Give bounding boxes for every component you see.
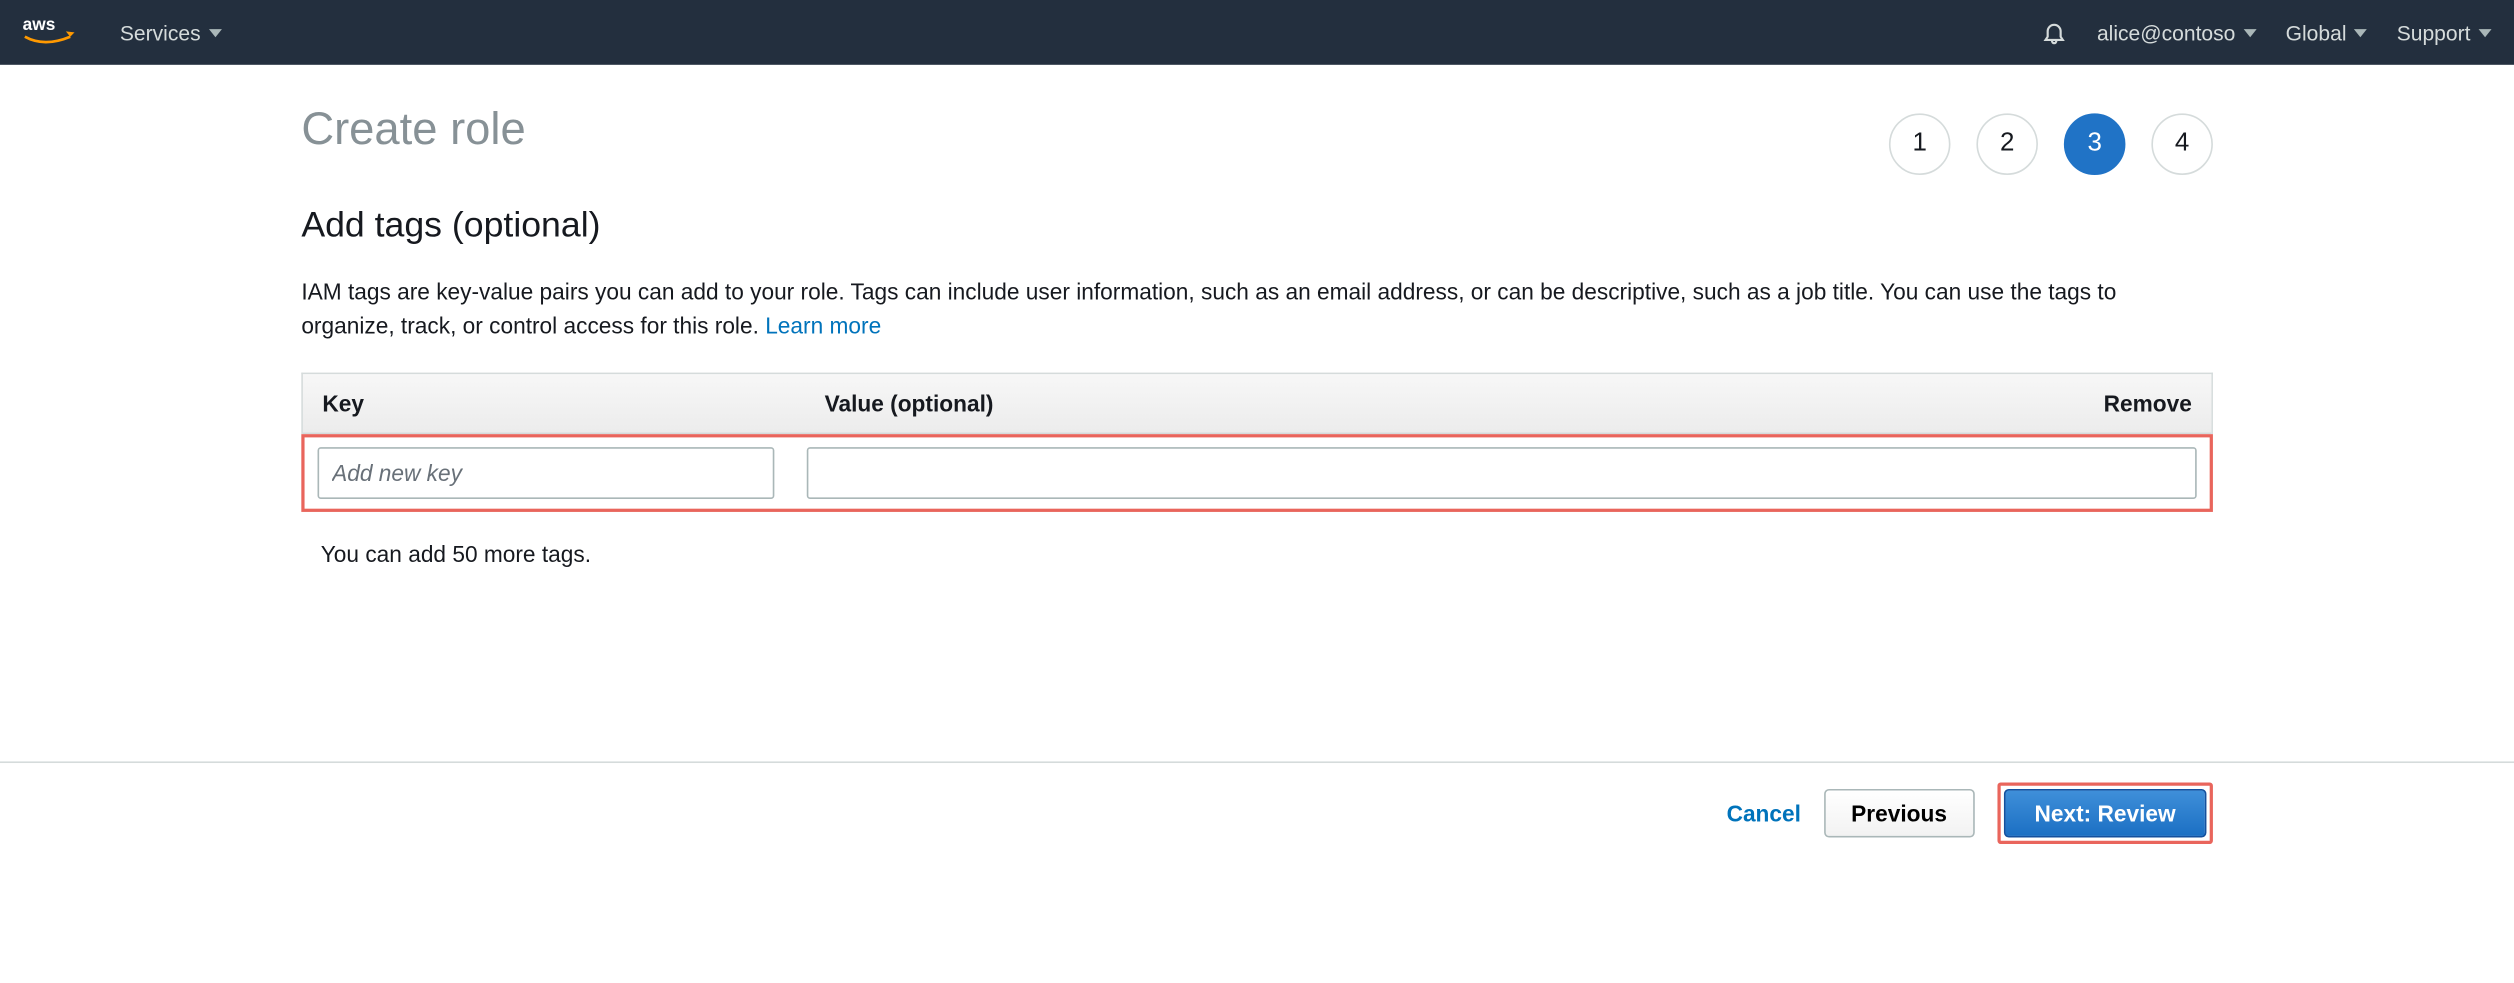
- cancel-button[interactable]: Cancel: [1727, 800, 1801, 826]
- nav-services[interactable]: Services: [120, 20, 222, 44]
- page-description: IAM tags are key-value pairs you can add…: [301, 275, 2213, 343]
- chevron-down-icon: [2355, 28, 2368, 36]
- chevron-down-icon: [2479, 28, 2492, 36]
- nav-support-label: Support: [2397, 20, 2471, 44]
- main-content: Create role 1 2 3 4 Add tags (optional) …: [301, 65, 2213, 567]
- next-button-highlight: Next: Review: [1997, 782, 2213, 844]
- nav-user-label: alice@contoso: [2097, 20, 2235, 44]
- tags-table: Key Value (optional) Remove: [301, 373, 2213, 435]
- footer: Cancel Previous Next: Review: [0, 761, 2514, 863]
- nav-support[interactable]: Support: [2397, 20, 2492, 44]
- wizard-steps: 1 2 3 4: [1889, 113, 2213, 175]
- tags-table-header: Key Value (optional) Remove: [303, 374, 2211, 434]
- nav-region[interactable]: Global: [2286, 20, 2368, 44]
- col-header-value: Value (optional): [825, 390, 2063, 416]
- step-4[interactable]: 4: [2151, 113, 2213, 175]
- page-title: Create role: [301, 104, 525, 156]
- nav-user[interactable]: alice@contoso: [2097, 20, 2257, 44]
- page-subtitle: Add tags (optional): [301, 204, 2213, 246]
- tag-key-input[interactable]: [318, 447, 775, 499]
- step-2[interactable]: 2: [1976, 113, 2038, 175]
- description-text: IAM tags are key-value pairs you can add…: [301, 279, 2116, 339]
- step-1[interactable]: 1: [1889, 113, 1951, 175]
- previous-button[interactable]: Previous: [1824, 789, 1975, 838]
- step-3[interactable]: 3: [2064, 113, 2126, 175]
- col-header-remove: Remove: [2062, 390, 2192, 416]
- svg-text:aws: aws: [23, 14, 56, 34]
- top-nav: aws Services alice@contoso Global Suppor…: [0, 0, 2514, 65]
- tags-remaining-note: You can add 50 more tags.: [321, 541, 2213, 567]
- chevron-down-icon: [2243, 28, 2256, 36]
- learn-more-link[interactable]: Learn more: [765, 313, 881, 339]
- nav-region-label: Global: [2286, 20, 2347, 44]
- aws-logo[interactable]: aws: [23, 13, 88, 52]
- notifications-button[interactable]: [2042, 19, 2068, 45]
- nav-services-label: Services: [120, 20, 201, 44]
- tag-value-input[interactable]: [807, 447, 2197, 499]
- tags-input-row: [301, 434, 2213, 512]
- col-header-key: Key: [322, 390, 824, 416]
- next-review-button[interactable]: Next: Review: [2004, 789, 2207, 838]
- chevron-down-icon: [209, 28, 222, 36]
